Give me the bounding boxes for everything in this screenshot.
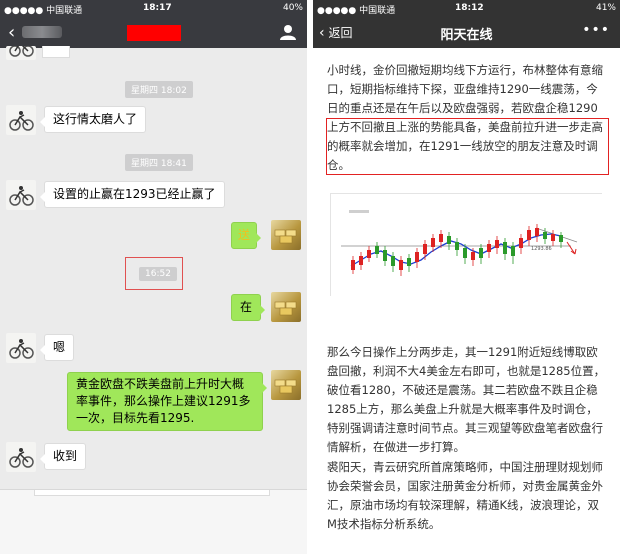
chart-title-blur [349, 210, 369, 213]
message-text: 黄金欧盘不跌美盘前上升时大概率事件，那么操作上建议1291多一次，目标先看129… [76, 377, 251, 425]
message-input[interactable] [34, 490, 270, 496]
battery-level: 40% [282, 3, 303, 13]
article-screen: ●●●●● 中国联通 18:12 41% ‹ 返回 阳天在线 ••• 小时线，金… [313, 0, 620, 554]
message-text: 送 [238, 228, 251, 242]
my-avatar-gold-bars[interactable] [271, 370, 301, 400]
message-text: 嗯 [53, 340, 66, 354]
candlestick-chart: 1293.86 [331, 194, 603, 297]
message-text: 这行情太磨人了 [53, 112, 138, 126]
outgoing-message[interactable]: 在 [231, 294, 266, 321]
message-text: 收到 [53, 449, 78, 463]
message-timestamp: 星期四 18:41 [125, 154, 193, 171]
incoming-message[interactable]: 设置的止赢在1293已经止赢了 [40, 181, 225, 208]
contact-avatar[interactable] [6, 180, 36, 210]
chat-input-bar [0, 489, 307, 554]
timestamp-highlight-box [125, 257, 183, 290]
my-avatar-gold-bars[interactable] [271, 220, 301, 250]
message-text: 在 [240, 300, 253, 314]
article-paragraph: 那么今日操作上分两步走，其一1291附近短线博取欧盘回撤，利润不大4美金左右即可… [327, 345, 606, 454]
chat-header: ‹ [0, 17, 307, 48]
screenshot-root: ●●●●● 中国联通 18:17 40% ‹ 星期四 18:02 这行情太磨人了 [0, 0, 620, 554]
more-menu-icon[interactable]: ••• [582, 22, 610, 38]
page-title: 阳天在线 [440, 28, 493, 43]
article-paragraph: 裘阳天，青云研究所首席策略师，中国注册理财规划师协会荣誉会员，国家注册黄金分析师… [327, 460, 603, 531]
outgoing-message[interactable]: 送 [231, 222, 262, 249]
contact-avatar[interactable] [6, 46, 36, 60]
redacted-contact-name [127, 25, 181, 41]
contact-avatar[interactable] [6, 333, 36, 363]
carrier-label: ●●●●● 中国联通 [4, 6, 83, 16]
carrier-label: ●●●●● 中国联通 [317, 6, 396, 16]
incoming-message[interactable]: 收到 [40, 443, 87, 470]
incoming-message[interactable]: 这行情太磨人了 [40, 106, 147, 133]
contact-profile-icon[interactable] [279, 23, 297, 41]
status-bar: ●●●●● 中国联通 18:12 41% [313, 0, 620, 17]
status-bar: ●●●●● 中国联通 18:17 40% [0, 0, 307, 17]
clock: 18:17 [143, 3, 172, 13]
message-text: 设置的止赢在1293已经止赢了 [53, 187, 216, 201]
clock: 18:12 [455, 3, 484, 13]
outgoing-message[interactable]: 黄金欧盘不跌美盘前上升时大概率事件，那么操作上建议1291多一次，目标先看129… [67, 372, 267, 431]
my-avatar-gold-bars[interactable] [271, 292, 301, 322]
incoming-message[interactable]: 嗯 [40, 334, 75, 361]
partial-bubble [42, 46, 70, 58]
blurred-back-label [22, 26, 62, 38]
chat-screen: ●●●●● 中国联通 18:17 40% ‹ 星期四 18:02 这行情太磨人了 [0, 0, 307, 554]
article-header: ‹ 返回 阳天在线 ••• [313, 17, 620, 48]
price-chart-image: 1293.86 [330, 193, 603, 297]
contact-avatar[interactable] [6, 105, 36, 135]
price-label: 1293.86 [531, 246, 552, 252]
highlight-box [326, 118, 609, 175]
contact-avatar[interactable] [6, 442, 36, 472]
back-chevron-icon[interactable]: ‹ [8, 22, 15, 43]
battery-level: 41% [595, 3, 616, 13]
message-timestamp: 星期四 18:02 [125, 81, 193, 98]
